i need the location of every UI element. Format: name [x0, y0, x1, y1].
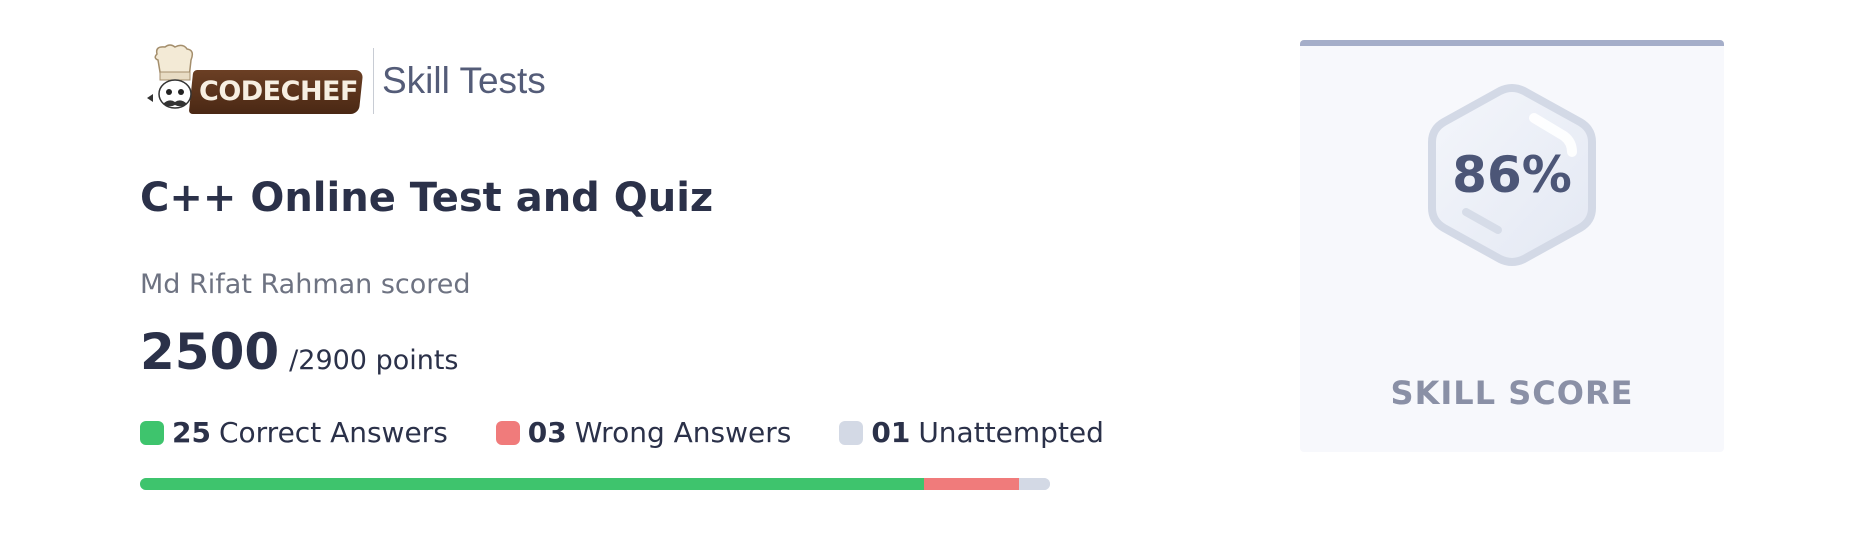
skill-tests-label[interactable]: Skill Tests	[382, 44, 546, 118]
scored-by-text: Md Rifat Rahman scored	[140, 269, 471, 300]
answers-progress-bar	[140, 478, 1050, 490]
score-row: 2500 /2900 points	[140, 322, 459, 382]
score-value: 2500	[140, 323, 280, 381]
correct-swatch	[140, 420, 164, 445]
score-total: /2900 points	[289, 345, 459, 376]
chef-face-icon	[147, 44, 194, 109]
skill-score-card: 86% SKILL SCORE	[1300, 40, 1724, 452]
skill-score-label: SKILL SCORE	[1390, 374, 1634, 412]
wrong-label: Wrong Answers	[574, 416, 792, 449]
progress-wrong-segment	[924, 478, 1020, 490]
unattempted-swatch	[839, 420, 864, 445]
skill-percent: 86%	[1452, 146, 1572, 204]
wrong-count: 03	[527, 416, 567, 449]
codechef-logo[interactable]: CODECHEF	[143, 44, 364, 118]
correct-count: 25	[172, 416, 211, 449]
correct-label: Correct Answers	[218, 416, 448, 449]
progress-correct-segment	[140, 478, 925, 490]
legend-unattempted: 01 Unattempted	[839, 416, 1104, 449]
wrong-swatch	[495, 420, 520, 445]
progress-unattempted-segment	[1019, 478, 1050, 490]
unattempted-count: 01	[871, 416, 911, 449]
logo-wordmark: CODECHEF	[199, 76, 358, 107]
logo-header: CODECHEF Skill Tests	[143, 44, 546, 118]
legend-wrong: 03 Wrong Answers	[495, 416, 792, 449]
card-top-accent	[1300, 40, 1724, 46]
skill-badge: 86%	[1426, 82, 1598, 268]
test-title: C++ Online Test and Quiz	[140, 175, 714, 221]
answers-legend: 25 Correct Answers 03 Wrong Answers 01 U…	[140, 416, 1104, 449]
legend-correct: 25 Correct Answers	[140, 416, 448, 449]
logo-divider	[373, 48, 374, 114]
unattempted-label: Unattempted	[918, 416, 1104, 449]
